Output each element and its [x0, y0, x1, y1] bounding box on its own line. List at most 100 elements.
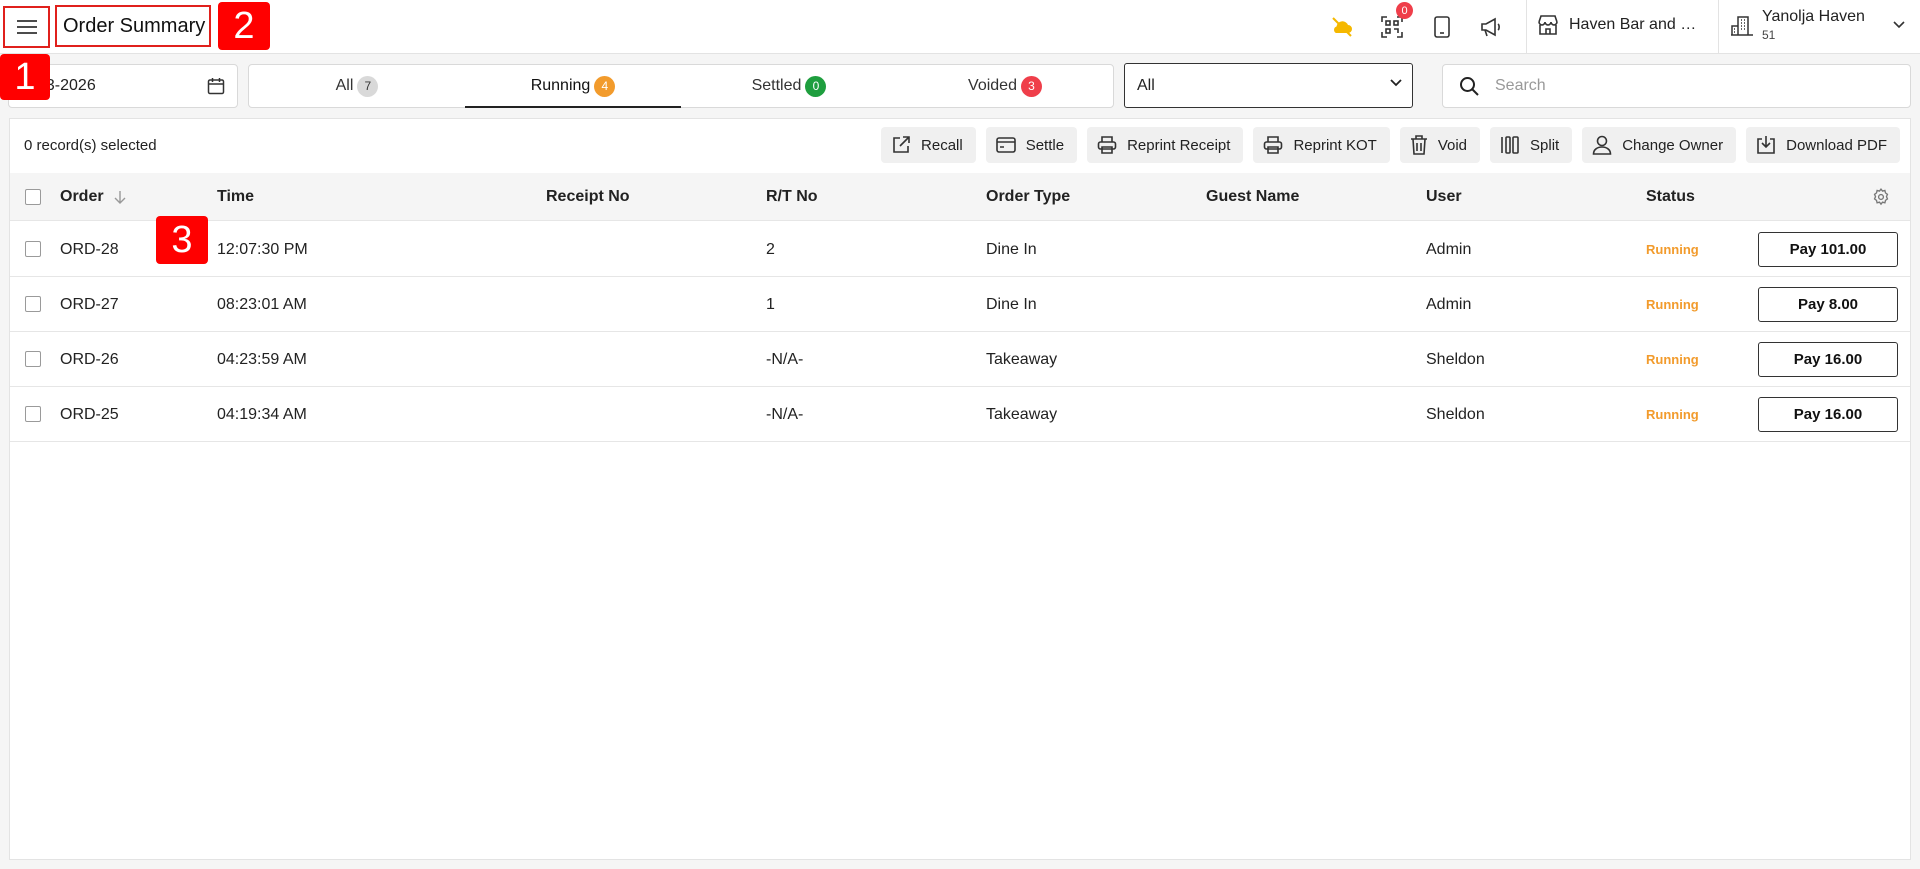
button-label: Recall [921, 136, 963, 154]
column-header-receipt-no[interactable]: Receipt No [546, 173, 630, 221]
tab-count-badge: 3 [1020, 75, 1042, 97]
column-header-time[interactable]: Time [217, 173, 254, 221]
column-header-guest-name[interactable]: Guest Name [1206, 173, 1299, 221]
row-checkbox[interactable] [25, 296, 41, 312]
pay-button[interactable]: Pay 8.00 [1758, 287, 1898, 322]
pay-button[interactable]: Pay 101.00 [1758, 232, 1898, 267]
column-header-status[interactable]: Status [1646, 173, 1695, 221]
select-all-checkbox[interactable] [25, 189, 41, 205]
cell-order-type: Dine In [986, 295, 1037, 313]
tab-all[interactable]: All 7 [249, 65, 465, 107]
account-selector[interactable]: Yanolja Haven 51 [1730, 8, 1905, 42]
store-name: Haven Bar and Restaurant [1569, 16, 1699, 33]
tab-count-badge: 0 [805, 75, 827, 97]
offline-cloud-button[interactable] [1327, 12, 1357, 42]
cell-user: Sheldon [1426, 350, 1485, 368]
button-label: Change Owner [1622, 136, 1724, 154]
header-divider [1718, 0, 1719, 54]
qr-scan-icon [1381, 16, 1403, 38]
column-header-order[interactable]: Order [60, 173, 126, 221]
cloud-off-icon [1332, 17, 1352, 37]
cell-rt-no: -N/A- [766, 405, 804, 423]
cell-time: 04:19:34 AM [217, 405, 307, 423]
announcement-button[interactable] [1476, 12, 1506, 42]
selected-count: 0 record(s) selected [24, 137, 157, 154]
tab-label: All [335, 77, 354, 94]
tablet-button[interactable] [1427, 12, 1457, 42]
reprint-kot-button[interactable]: Reprint KOT [1253, 127, 1390, 163]
hamburger-icon [16, 20, 37, 34]
column-header-rt-no[interactable]: R/T No [766, 173, 818, 221]
table-row[interactable]: ORD-28 12:07:30 PM 2 Dine In Admin Runni… [10, 222, 1910, 277]
cell-order: ORD-26 [60, 350, 119, 368]
page-title: Order Summary [55, 5, 211, 47]
tab-count-badge: 4 [594, 75, 616, 97]
download-icon [1757, 136, 1775, 154]
cell-order: ORD-27 [60, 295, 119, 313]
megaphone-icon [1481, 17, 1500, 37]
sort-arrow-down-icon [114, 191, 126, 204]
action-toolbar: Recall Settle Reprint Receipt Reprint KO… [881, 127, 1900, 163]
cell-order-type: Takeaway [986, 405, 1058, 423]
store-icon [1538, 15, 1558, 35]
trash-icon [1410, 135, 1427, 155]
qr-count-badge: 0 [1396, 2, 1413, 19]
cell-order-type: Dine In [986, 240, 1037, 258]
search-icon [1460, 77, 1479, 96]
column-header-user[interactable]: User [1426, 173, 1462, 221]
account-id: 51 [1762, 28, 1776, 42]
annotation-marker-2: 2 [218, 2, 270, 50]
printer-icon [1097, 136, 1117, 154]
annotation-marker-1: 1 [0, 54, 50, 100]
cell-time: 12:07:30 PM [217, 240, 308, 258]
qr-orders-button[interactable]: 0 [1377, 2, 1413, 42]
row-checkbox[interactable] [25, 241, 41, 257]
column-settings-button[interactable] [1872, 173, 1890, 221]
row-checkbox[interactable] [25, 406, 41, 422]
download-pdf-button[interactable]: Download PDF [1746, 127, 1900, 163]
settle-button[interactable]: Settle [985, 127, 1078, 163]
building-icon [1731, 16, 1753, 36]
change-owner-button[interactable]: Change Owner [1582, 127, 1737, 163]
reprint-receipt-button[interactable]: Reprint Receipt [1087, 127, 1244, 163]
column-label: Order [60, 188, 104, 205]
button-label: Split [1530, 136, 1560, 154]
annotation-marker-3: 3 [156, 216, 208, 264]
row-checkbox[interactable] [25, 351, 41, 367]
search-input[interactable] [1495, 77, 1895, 95]
header-divider [1526, 0, 1527, 54]
cell-user: Admin [1426, 295, 1472, 313]
cell-rt-no: 2 [766, 240, 775, 258]
status-badge: Running [1646, 407, 1699, 422]
calendar-icon [207, 78, 225, 95]
void-button[interactable]: Void [1399, 127, 1481, 163]
tab-running[interactable]: Running 4 [465, 65, 681, 108]
tab-label: Running [530, 77, 591, 94]
select-value: All [1137, 76, 1155, 94]
table-row[interactable]: ORD-25 04:19:34 AM -N/A- Takeaway Sheldo… [10, 387, 1910, 442]
tab-count-badge: 7 [357, 75, 379, 97]
top-bar: Order Summary 0 Haven Bar and Restaurant… [0, 0, 1920, 54]
button-label: Download PDF [1786, 136, 1887, 154]
hamburger-menu-button[interactable] [3, 6, 50, 48]
tab-label: Voided [968, 77, 1017, 94]
cell-time: 04:23:59 AM [217, 350, 307, 368]
recall-button[interactable]: Recall [881, 127, 976, 163]
tab-settled[interactable]: Settled 0 [681, 65, 897, 107]
table-row[interactable]: ORD-26 04:23:59 AM -N/A- Takeaway Sheldo… [10, 332, 1910, 387]
tablet-icon [1434, 16, 1450, 38]
button-label: Reprint Receipt [1127, 136, 1231, 154]
store-selector[interactable]: Haven Bar and Restaurant [1537, 14, 1699, 36]
credit-card-icon [995, 137, 1016, 153]
pay-button[interactable]: Pay 16.00 [1758, 342, 1898, 377]
order-type-select[interactable]: All [1124, 63, 1413, 108]
cell-order: ORD-28 [60, 240, 119, 258]
external-link-icon [893, 136, 910, 153]
split-button[interactable]: Split [1490, 127, 1573, 163]
pay-button[interactable]: Pay 16.00 [1758, 397, 1898, 432]
cell-time: 08:23:01 AM [217, 295, 307, 313]
orders-panel: 0 record(s) selected Recall Settle Repri… [9, 118, 1911, 860]
tab-voided[interactable]: Voided 3 [897, 65, 1113, 107]
table-row[interactable]: ORD-27 08:23:01 AM 1 Dine In Admin Runni… [10, 277, 1910, 332]
column-header-order-type[interactable]: Order Type [986, 173, 1070, 221]
